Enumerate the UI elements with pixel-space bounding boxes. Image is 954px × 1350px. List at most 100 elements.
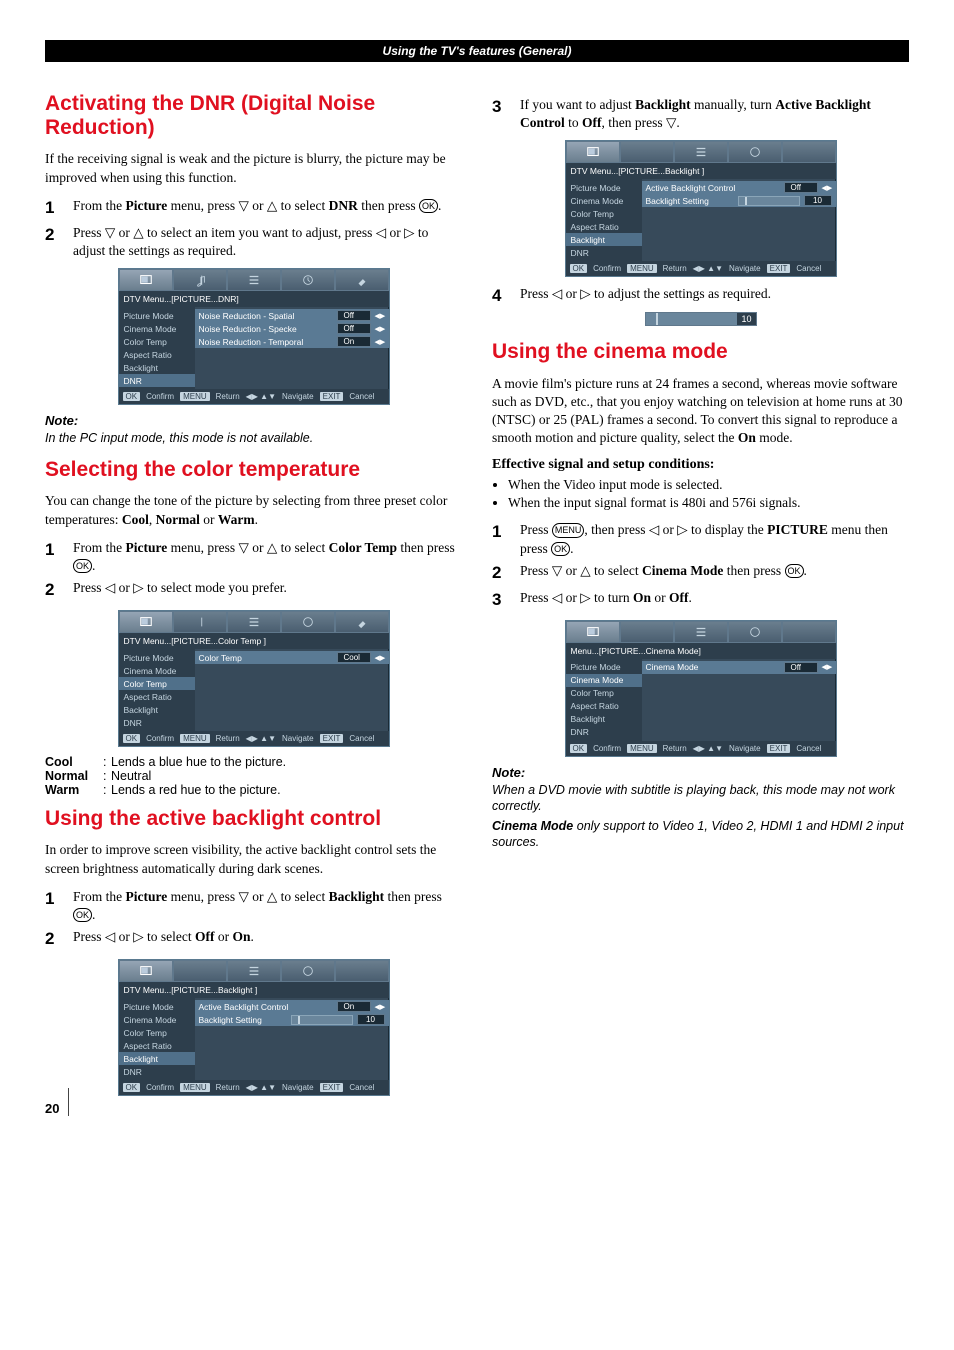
t: Cinema Mode	[492, 819, 573, 833]
color-intro: You can change the tone of the picture b…	[45, 492, 462, 528]
key: OK	[570, 264, 588, 273]
menu-footer: OKConfirm MENUReturn ◀▶ ▲▼Navigate EXITC…	[566, 741, 836, 756]
t: Off	[582, 115, 602, 130]
t: Confirm	[593, 264, 621, 273]
ok-icon: OK	[551, 542, 570, 556]
tab-audio-icon	[173, 611, 227, 633]
lbl: Noise Reduction - Spatial	[199, 311, 333, 321]
li: When the input signal format is 480i and…	[508, 495, 909, 511]
t: ,	[149, 512, 156, 527]
menu-color: DTV Menu...[PICTURE...Color Temp ] Pictu…	[118, 610, 390, 747]
side-item: Color Temp	[566, 687, 642, 700]
cinema-title: Using the cinema mode	[492, 340, 909, 364]
side-item: DNR	[119, 1065, 195, 1078]
tab-setup-icon	[335, 960, 389, 982]
menu-icon: MENU	[552, 523, 585, 537]
key: OK	[123, 392, 141, 401]
tab-picture-icon	[119, 960, 173, 982]
tab-audio-icon	[620, 621, 674, 643]
menu-footer: OKConfirm MENUReturn ◀▶ ▲▼Navigate EXITC…	[119, 1080, 389, 1095]
crumb: DTV Menu...[PICTURE...Backlight ]	[566, 163, 836, 179]
tab-picture-icon	[566, 621, 620, 643]
t: Navigate	[282, 1083, 314, 1092]
v: Lends a blue hue to the picture.	[111, 755, 286, 769]
menu-row: Cinema ModeOff◀▶	[642, 661, 836, 674]
t: Return	[216, 734, 240, 743]
side-item: Backlight	[119, 361, 195, 374]
val: 10	[737, 313, 755, 325]
key: MENU	[180, 1083, 210, 1092]
dnr-intro: If the receiving signal is weak and the …	[45, 150, 462, 186]
tab-setup-icon	[335, 611, 389, 633]
tab-clock-icon	[281, 269, 335, 291]
side-item: Cinema Mode	[566, 674, 642, 687]
note1: When a DVD movie with subtitle is playin…	[492, 782, 909, 815]
footer-rule	[68, 1088, 69, 1116]
tab-list-icon	[227, 960, 281, 982]
crumb: DTV Menu...[PICTURE...Backlight ]	[119, 982, 389, 998]
val: Off	[337, 323, 371, 334]
t: ◀▶ ▲▼	[693, 264, 723, 273]
k: Normal	[45, 769, 103, 783]
t: .	[251, 929, 254, 944]
t: A movie film's picture runs at 24 frames…	[492, 376, 903, 446]
menu-footer: OKConfirm MENUReturn ◀▶ ▲▼Navigate EXITC…	[119, 389, 389, 404]
right-column: 3 If you want to adjust Backlight manual…	[492, 92, 909, 1104]
t: Return	[216, 392, 240, 401]
t: Backlight	[635, 97, 691, 112]
t: Cancel	[796, 744, 821, 753]
menu-row: Active Backlight ControlOff◀▶	[642, 181, 836, 194]
color-step2: 2 Press ◁ or ▷ to select mode you prefer…	[45, 579, 462, 602]
slider	[738, 196, 800, 206]
menu-side: Picture Mode Cinema Mode Color Temp Aspe…	[119, 307, 195, 389]
t: or	[200, 512, 218, 527]
tab-setup-icon	[782, 621, 836, 643]
t: From the	[73, 198, 126, 213]
t: menu, press ▽ or △ to select	[167, 540, 328, 555]
menu-backlight-on: DTV Menu...[PICTURE...Backlight ] Pictur…	[118, 959, 390, 1096]
menu-row: Backlight Setting10	[195, 1013, 389, 1026]
key: OK	[123, 734, 141, 743]
key: EXIT	[320, 392, 344, 401]
t: Return	[216, 1083, 240, 1092]
key: OK	[123, 1083, 141, 1092]
t: Picture	[126, 540, 168, 555]
val: Off	[337, 310, 371, 321]
slider	[291, 1015, 353, 1025]
t: Backlight	[329, 889, 385, 904]
menu-footer: OKConfirm MENUReturn ◀▶ ▲▼Navigate EXITC…	[566, 261, 836, 276]
tab-clock-icon	[728, 621, 782, 643]
side-item: DNR	[119, 374, 195, 387]
menu-footer: OKConfirm MENUReturn ◀▶ ▲▼Navigate EXITC…	[119, 731, 389, 746]
t: Cancel	[796, 264, 821, 273]
dnr-step2: 2 Press ▽ or △ to select an item you wan…	[45, 224, 462, 260]
t: Cool	[122, 512, 149, 527]
slider-standalone: 10	[645, 312, 757, 326]
side-item: Backlight	[119, 1052, 195, 1065]
menu-row: Noise Reduction - TemporalOn◀▶	[195, 335, 389, 348]
k: Cool	[45, 755, 103, 769]
key: EXIT	[767, 744, 791, 753]
side-item: Backlight	[119, 703, 195, 716]
t: Off	[669, 590, 689, 605]
t: Normal	[156, 512, 200, 527]
t: Return	[663, 264, 687, 273]
val: 10	[357, 1014, 385, 1025]
dnr-title: Activating the DNR (Digital Noise Reduct…	[45, 92, 462, 140]
t: If you want to adjust	[520, 97, 635, 112]
li: When the Video input mode is selected.	[508, 477, 909, 493]
note-body: In the PC input mode, this mode is not a…	[45, 430, 462, 446]
t: On	[738, 430, 756, 445]
t: ◀▶ ▲▼	[693, 744, 723, 753]
t: Picture	[126, 889, 168, 904]
t: Navigate	[729, 744, 761, 753]
t: ◀▶ ▲▼	[246, 1083, 276, 1092]
t: Cancel	[349, 1083, 374, 1092]
t: On	[233, 929, 251, 944]
t: then press	[358, 198, 419, 213]
t: , then press ▽.	[602, 115, 680, 130]
eff-hd: Effective signal and setup conditions:	[492, 457, 909, 473]
side-item: Aspect Ratio	[119, 1039, 195, 1052]
header-bar: Using the TV's features (General)	[45, 40, 909, 62]
dnr-step1: 1 From the Picture menu, press ▽ or △ to…	[45, 197, 462, 220]
